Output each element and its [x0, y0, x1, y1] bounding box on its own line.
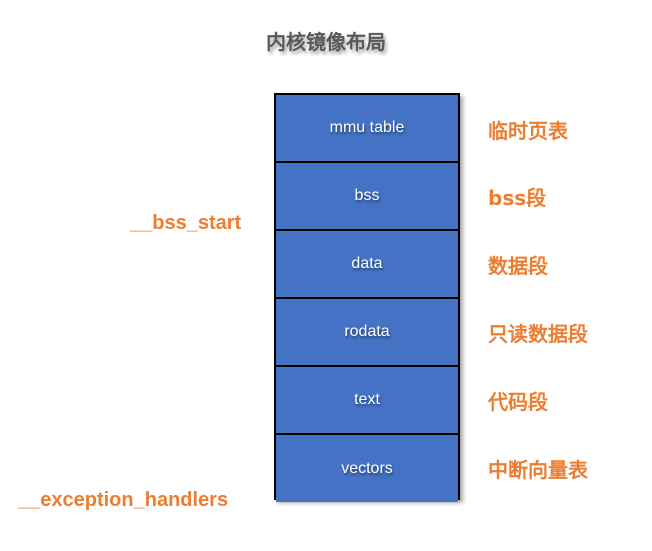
marker-exception-handlers: __exception_handlers — [18, 489, 229, 511]
segment-bss: bss — [276, 163, 458, 231]
desc-data: 数据段 — [488, 254, 548, 278]
desc-rodata: 只读数据段 — [488, 322, 588, 346]
segment-mmu-table: mmu table — [276, 95, 458, 163]
memory-stack: mmu table bss data rodata text vectors — [274, 93, 460, 502]
segment-text: text — [276, 367, 458, 435]
desc-mmu-table: 临时页表 — [488, 119, 568, 143]
segment-data: data — [276, 231, 458, 299]
segment-rodata: rodata — [276, 299, 458, 367]
desc-bss: bss段 — [488, 186, 547, 210]
desc-vectors: 中断向量表 — [488, 458, 588, 482]
diagram-title: 内核镜像布局 — [266, 30, 386, 54]
segment-vectors: vectors — [276, 435, 458, 502]
marker-bss-start: __bss_start — [130, 212, 242, 234]
desc-text: 代码段 — [488, 390, 548, 414]
